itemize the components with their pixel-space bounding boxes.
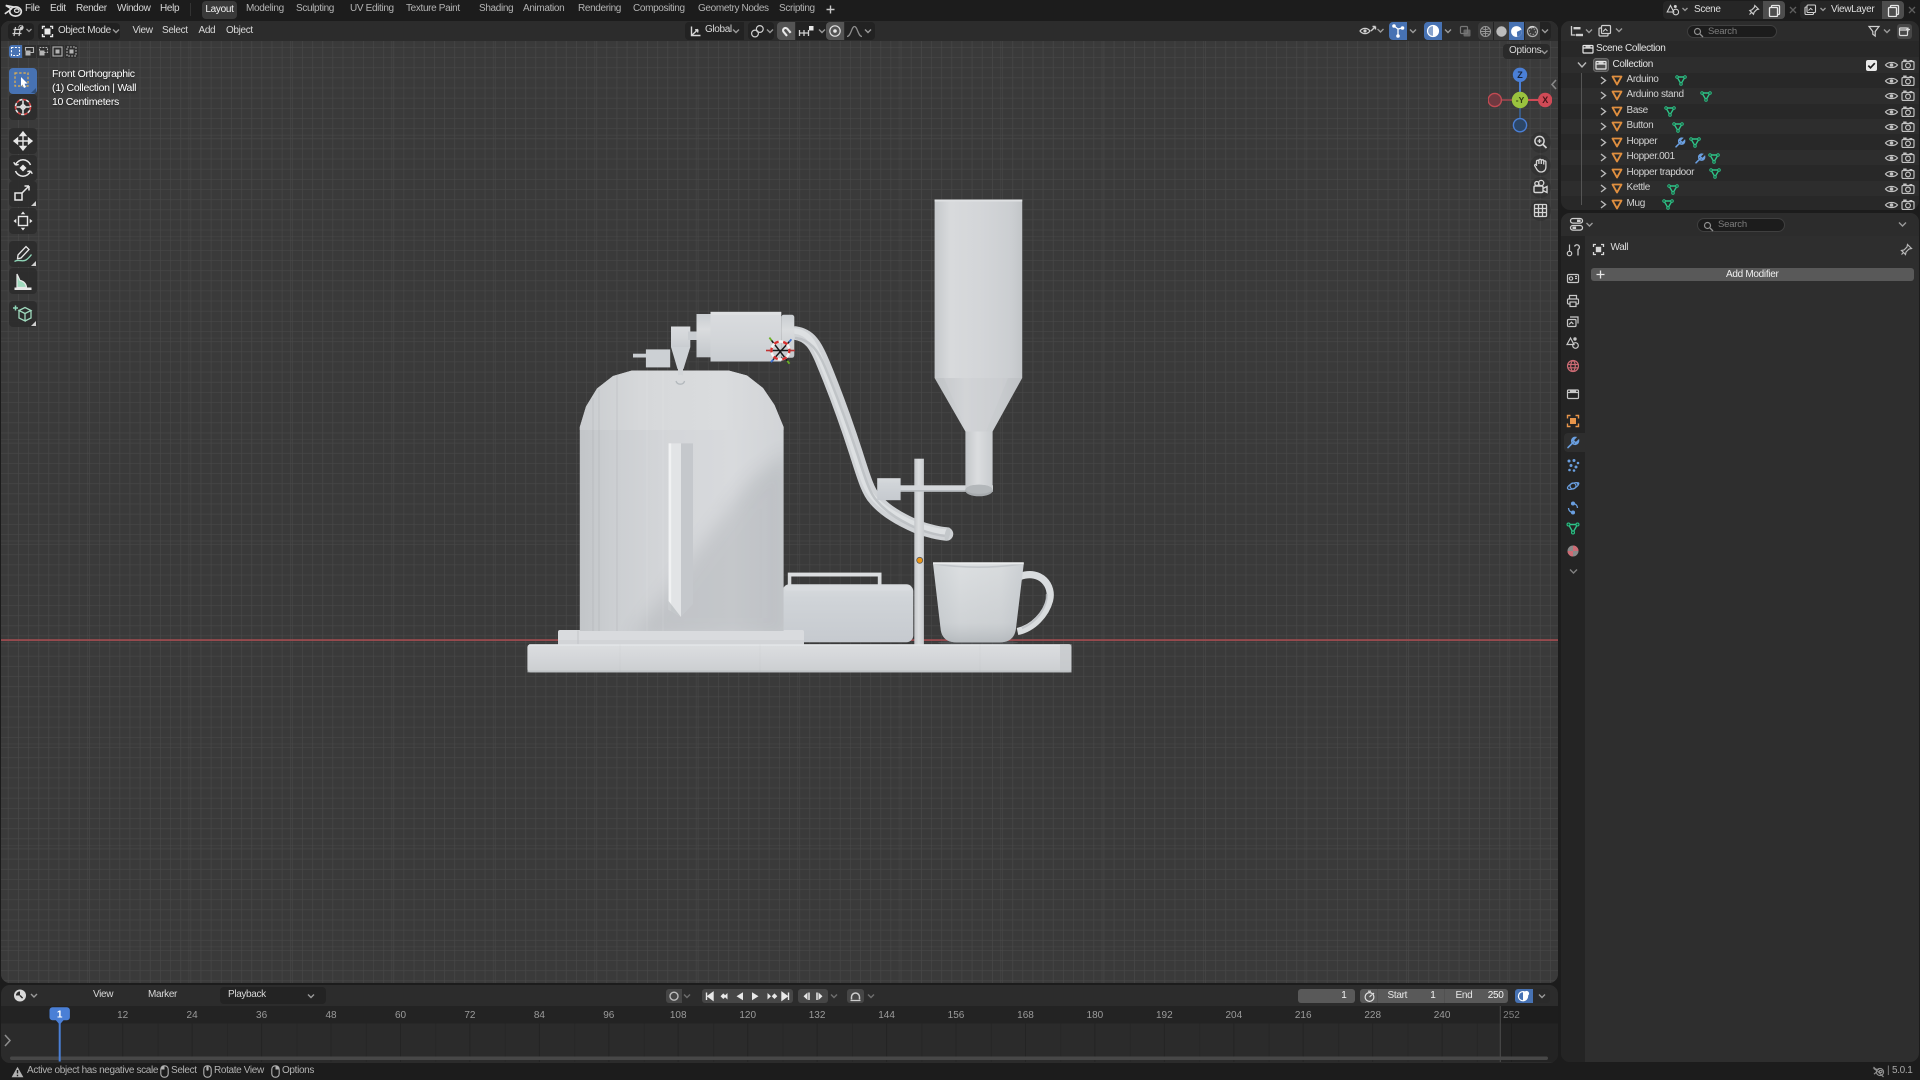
- svg-text:120: 120: [739, 1010, 756, 1021]
- svg-text:144: 144: [878, 1010, 895, 1021]
- svg-text:Z: Z: [1517, 69, 1523, 79]
- svg-text:36: 36: [256, 1010, 268, 1021]
- svg-text:-Y: -Y: [1515, 95, 1524, 105]
- svg-text:180: 180: [1087, 1010, 1104, 1021]
- svg-text:X: X: [1542, 95, 1548, 105]
- svg-text:72: 72: [464, 1010, 476, 1021]
- svg-text:1: 1: [57, 1010, 63, 1021]
- svg-text:108: 108: [670, 1010, 687, 1021]
- svg-text:204: 204: [1225, 1010, 1242, 1021]
- svg-text:48: 48: [325, 1010, 337, 1021]
- svg-text:132: 132: [809, 1010, 826, 1021]
- svg-text:84: 84: [534, 1010, 546, 1021]
- svg-text:24: 24: [187, 1010, 199, 1021]
- svg-text:12: 12: [117, 1010, 129, 1021]
- svg-text:168: 168: [1017, 1010, 1034, 1021]
- svg-text:192: 192: [1156, 1010, 1173, 1021]
- svg-text:216: 216: [1295, 1010, 1312, 1021]
- svg-text:60: 60: [395, 1010, 407, 1021]
- svg-text:156: 156: [948, 1010, 965, 1021]
- svg-text:240: 240: [1434, 1010, 1451, 1021]
- svg-text:96: 96: [603, 1010, 615, 1021]
- svg-text:228: 228: [1364, 1010, 1381, 1021]
